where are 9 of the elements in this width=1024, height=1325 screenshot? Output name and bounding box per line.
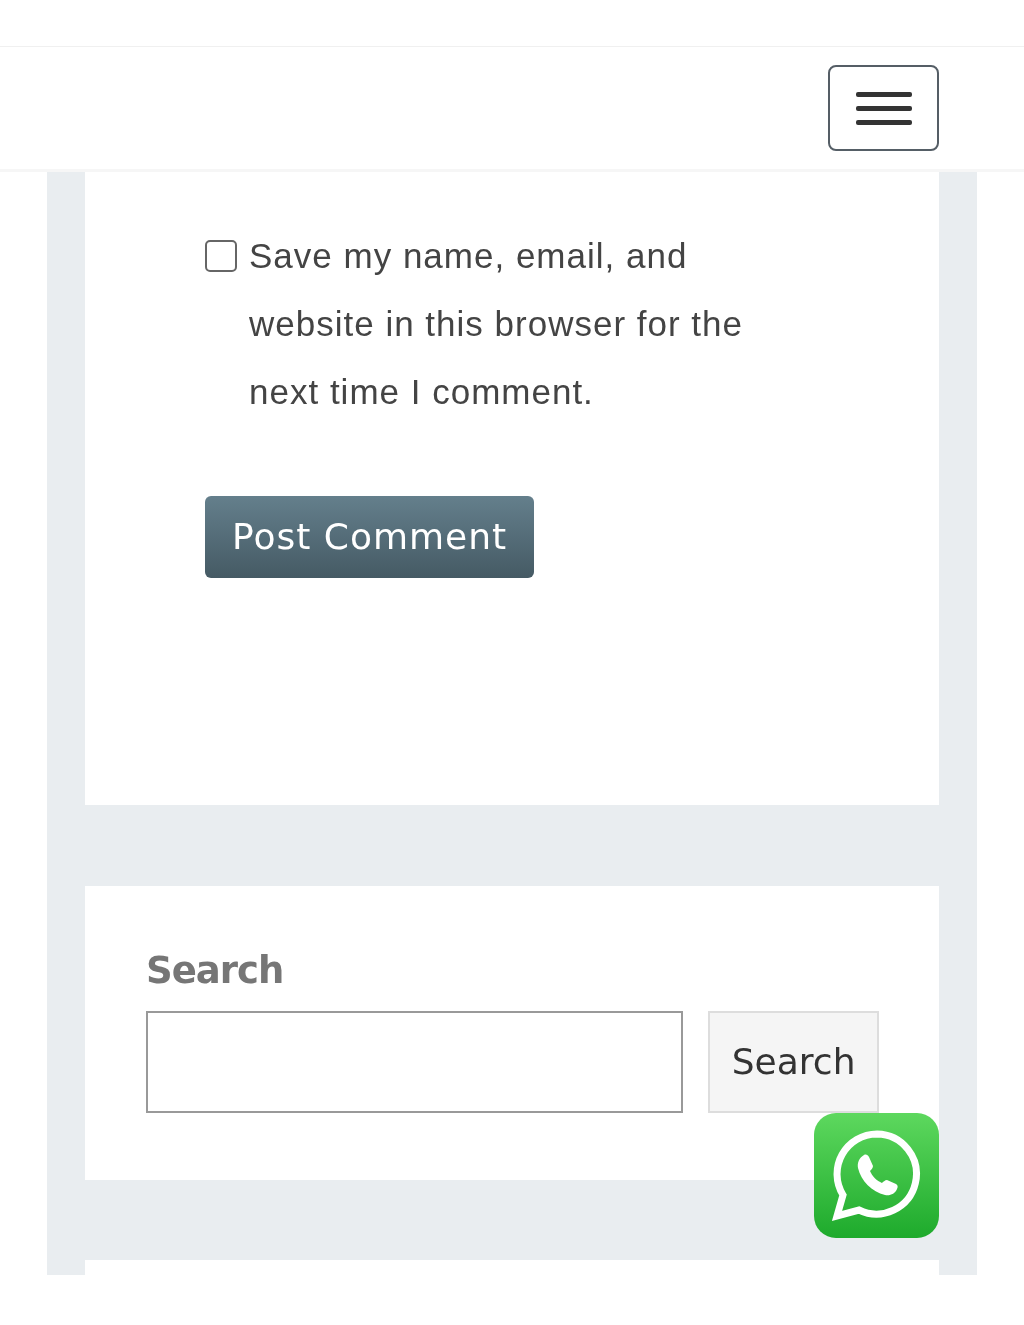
post-comment-button[interactable]: Post Comment bbox=[205, 496, 535, 578]
checkbox[interactable] bbox=[205, 240, 237, 272]
menu-button[interactable] bbox=[828, 65, 939, 151]
search-button[interactable]: Search bbox=[708, 1011, 879, 1113]
widget-title: Search bbox=[146, 952, 285, 989]
search-field[interactable] bbox=[146, 1011, 684, 1113]
chat-button[interactable] bbox=[814, 1113, 939, 1238]
checkbox-label: Save my name, email, and website in this browser for the next time I comment. bbox=[249, 235, 744, 413]
phone-bubble-icon bbox=[830, 1129, 923, 1222]
